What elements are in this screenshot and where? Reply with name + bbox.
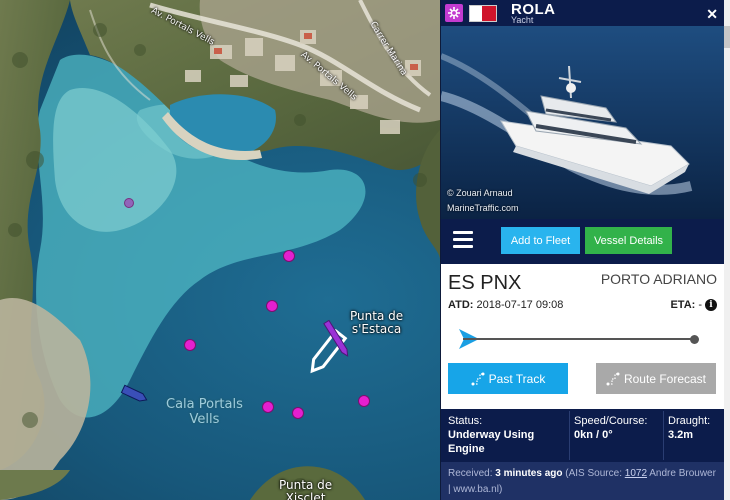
route-forecast-button[interactable]: Route Forecast — [596, 363, 716, 394]
vessel-dot[interactable] — [283, 250, 295, 262]
route-forecast-label: Route Forecast — [623, 371, 707, 386]
draught-column: Draught: 3.2m — [668, 414, 723, 442]
photo-credit: © Zouari Arnaud — [447, 188, 513, 198]
status-value: Underway Using Engine — [448, 429, 535, 455]
vessel-dot[interactable] — [262, 401, 274, 413]
status-section: Status: Underway Using Engine Speed/Cour… — [441, 409, 725, 462]
speed-label: Speed/Course: — [574, 415, 648, 427]
past-track-button[interactable]: Past Track — [448, 363, 568, 394]
add-to-fleet-button[interactable]: Add to Fleet — [501, 227, 580, 254]
vessel-dot[interactable] — [124, 198, 134, 208]
status-label: Status: — [448, 415, 483, 427]
route-icon — [606, 372, 620, 385]
ais-source-label: (AIS Source: — [565, 468, 622, 479]
place-label-punta-estaca: Punta de s'Estaca — [350, 309, 404, 336]
received-time: 3 minutes ago — [495, 468, 563, 479]
scrollbar[interactable] — [724, 0, 730, 500]
eta-row: ETA: - i — [670, 299, 717, 311]
destination-port[interactable]: PORTO ADRIANO — [601, 271, 717, 287]
received-label: Received: — [448, 468, 493, 479]
vessel-type: Yacht — [511, 15, 534, 25]
photo-source: MarineTraffic.com — [447, 203, 519, 213]
eta-label: ETA: — [670, 299, 696, 311]
origin-port[interactable]: ES PNX — [448, 272, 521, 295]
hamburger-menu-icon[interactable] — [453, 231, 473, 249]
track-icon — [471, 372, 485, 385]
voyage-progress-line — [463, 338, 695, 340]
speed-value: 0kn / 0° — [574, 429, 613, 441]
atd-value: 2018-07-17 09:08 — [476, 299, 564, 311]
atd-label: ATD: — [448, 299, 474, 311]
place-label-punta-xisclet: Punta de Xisclet — [279, 478, 333, 500]
divider — [569, 411, 570, 460]
malta-flag-icon — [469, 5, 497, 22]
action-bar: Add to Fleet Vessel Details — [441, 219, 725, 264]
status-column: Status: Underway Using Engine — [448, 414, 568, 456]
vessel-dot[interactable] — [266, 300, 278, 312]
divider — [663, 411, 664, 460]
vessel-photo[interactable]: © Zouari Arnaud MarineTraffic.com — [441, 26, 725, 219]
eta-value: - — [698, 299, 702, 311]
close-icon[interactable]: ✕ — [706, 6, 718, 23]
draught-label: Draught: — [668, 415, 711, 427]
draught-value: 3.2m — [668, 429, 694, 441]
voyage-section: ES PNX PORTO ADRIANO ATD: 2018-07-17 09:… — [441, 264, 725, 409]
yacht-icon — [445, 4, 463, 22]
atd-row: ATD: 2018-07-17 09:08 — [448, 299, 563, 311]
vessel-info-panel: ROLA Yacht ✕ © Zouari Arnaud MarineTraff… — [440, 0, 725, 500]
received-info: Received: 3 minutes ago (AIS Source: 107… — [441, 462, 725, 500]
vessel-dot[interactable] — [292, 407, 304, 419]
panel-header: ROLA Yacht ✕ — [441, 0, 724, 26]
ais-source-link[interactable]: 1072 — [625, 468, 647, 479]
info-icon[interactable]: i — [705, 299, 717, 311]
speed-column: Speed/Course: 0kn / 0° — [574, 414, 664, 442]
vessel-dot[interactable] — [358, 395, 370, 407]
past-track-label: Past Track — [488, 371, 546, 386]
vessel-dot[interactable] — [184, 339, 196, 351]
bay-label: Cala Portals Vells — [166, 397, 243, 427]
destination-point — [690, 335, 699, 344]
vessel-details-button[interactable]: Vessel Details — [585, 227, 672, 254]
scrollbar-thumb[interactable] — [724, 26, 730, 48]
